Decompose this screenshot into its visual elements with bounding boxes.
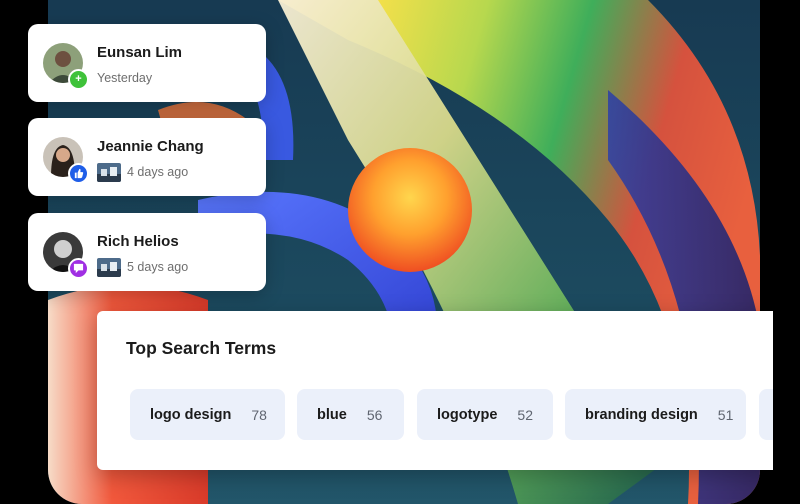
search-term-chip[interactable]: logotype 52 xyxy=(417,389,553,440)
follow-icon: + xyxy=(68,69,89,90)
search-term-chip[interactable]: logo design 78 xyxy=(130,389,285,440)
activity-time: 5 days ago xyxy=(127,260,189,274)
search-term: blue xyxy=(317,406,347,423)
project-thumbnail[interactable] xyxy=(97,162,121,182)
user-name[interactable]: Eunsan Lim xyxy=(97,44,182,61)
activity-meta: 5 days ago xyxy=(97,257,188,277)
activity-card[interactable]: Rich Helios 5 days ago xyxy=(28,213,266,291)
activity-meta: 4 days ago xyxy=(97,162,188,182)
top-search-terms-panel: Top Search Terms logo design 78 blue 56 … xyxy=(97,311,773,470)
search-term-chip[interactable]: blue 56 xyxy=(297,389,404,440)
activity-meta: Yesterday xyxy=(97,68,152,88)
search-term-chip-partial[interactable] xyxy=(759,389,773,440)
comment-icon xyxy=(68,258,89,279)
project-thumbnail[interactable] xyxy=(97,257,121,277)
user-name[interactable]: Rich Helios xyxy=(97,233,179,250)
search-term: logo design xyxy=(150,406,232,423)
thumbs-up-icon xyxy=(68,163,89,184)
activity-card[interactable]: + Eunsan Lim Yesterday xyxy=(28,24,266,102)
search-count: 52 xyxy=(517,406,533,423)
search-count: 51 xyxy=(717,406,734,423)
search-term-chip[interactable]: branding design 51 xyxy=(565,389,746,440)
search-count: 56 xyxy=(366,406,383,423)
search-count: 78 xyxy=(251,406,267,423)
search-term: logotype xyxy=(437,406,498,423)
search-term: branding design xyxy=(585,406,698,423)
user-name[interactable]: Jeannie Chang xyxy=(97,138,204,155)
activity-time: Yesterday xyxy=(97,71,153,85)
activity-time: 4 days ago xyxy=(127,165,189,179)
panel-title: Top Search Terms xyxy=(126,338,277,358)
activity-card[interactable]: Jeannie Chang 4 days ago xyxy=(28,118,266,196)
